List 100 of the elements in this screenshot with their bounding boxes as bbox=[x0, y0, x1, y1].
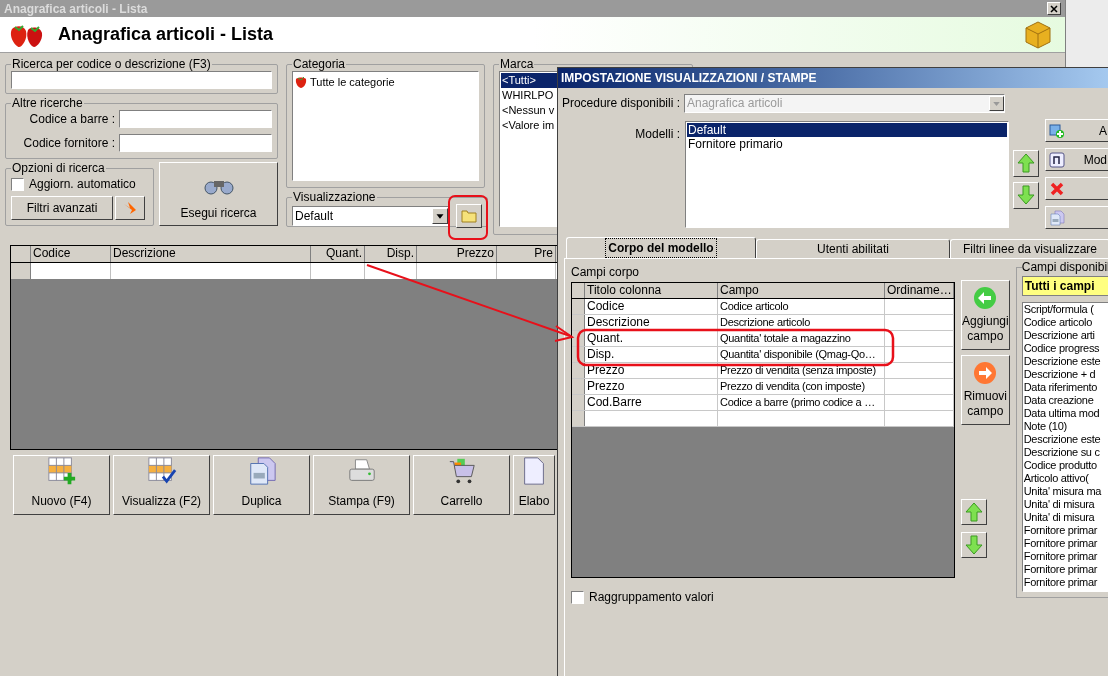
action-button[interactable]: Nuovo (F4) bbox=[13, 455, 110, 515]
list-item[interactable]: Fornitore primar bbox=[1023, 550, 1108, 563]
flame-button[interactable] bbox=[115, 196, 145, 220]
model-item[interactable]: Default bbox=[687, 123, 1007, 137]
dropdown-caret-icon bbox=[432, 208, 448, 224]
strawberry-icon bbox=[295, 75, 307, 90]
list-item[interactable]: Data creazione bbox=[1023, 394, 1108, 407]
move-up-button[interactable] bbox=[961, 499, 987, 525]
checkbox[interactable] bbox=[11, 177, 24, 191]
table-row[interactable]: Descrizione Descrizione articolo bbox=[572, 315, 954, 331]
table-cell: Codice articolo bbox=[718, 299, 885, 314]
table-row[interactable]: Prezzo Prezzo di vendita (con imposte) bbox=[572, 379, 954, 395]
documents-icon bbox=[1049, 209, 1065, 226]
list-item[interactable]: Descrizione su c bbox=[1023, 446, 1108, 459]
table-cell: Descrizione articolo bbox=[718, 315, 885, 330]
cube-icon bbox=[1023, 19, 1053, 50]
table-row[interactable]: Cod.Barre Codice a barre (primo codice a … bbox=[572, 395, 954, 411]
folder-button[interactable] bbox=[456, 204, 482, 228]
field-label: Codice fornitore : bbox=[22, 135, 115, 152]
table-cell: Prezzo bbox=[585, 379, 718, 394]
model-action-button[interactable] bbox=[1045, 206, 1108, 229]
table-cell: Quantita' disponibile (Qmag-Qo… bbox=[718, 347, 885, 362]
table-row[interactable]: Quant. Quantita' totale a magazzino bbox=[572, 331, 954, 347]
advanced-filters-button[interactable]: Filtri avanzati bbox=[11, 196, 113, 220]
up-arrow-icon bbox=[965, 502, 983, 522]
table-cell: Cod.Barre bbox=[585, 395, 718, 410]
group-title: Campi disponibil bbox=[1021, 259, 1108, 276]
list-item[interactable]: Descrizione este bbox=[1023, 355, 1108, 368]
checkbox[interactable] bbox=[571, 590, 584, 604]
list-item[interactable]: Descrizione arti bbox=[1023, 329, 1108, 342]
column-header[interactable]: Ordiname… bbox=[885, 283, 954, 298]
up-arrow-icon bbox=[1017, 153, 1035, 173]
list-item[interactable]: Unita' misura ma bbox=[1023, 485, 1108, 498]
remove-field-button[interactable]: Rimuovi campo bbox=[961, 355, 1010, 425]
action-button[interactable]: Duplica bbox=[213, 455, 310, 515]
x-mark-icon bbox=[1049, 180, 1065, 197]
column-header[interactable]: Campo bbox=[718, 283, 885, 298]
boxes-plus-icon bbox=[1049, 122, 1065, 139]
model-action-button[interactable]: A bbox=[1045, 119, 1108, 142]
list-item[interactable]: Codice produtto bbox=[1023, 459, 1108, 472]
list-item[interactable]: Script/formula ( bbox=[1023, 303, 1108, 316]
search-field[interactable] bbox=[11, 71, 272, 89]
table-cell: Prezzo di vendita (con imposte) bbox=[718, 379, 885, 394]
input-field[interactable] bbox=[119, 110, 272, 128]
table-cell: Codice bbox=[585, 299, 718, 314]
down-arrow-icon bbox=[965, 535, 983, 555]
list-item[interactable]: Descrizione este bbox=[1023, 433, 1108, 446]
field-label: Procedure disponibili : bbox=[560, 95, 680, 112]
list-item[interactable]: Note (10) bbox=[1023, 420, 1108, 433]
move-down-button[interactable] bbox=[1013, 181, 1039, 209]
list-item[interactable]: Fornitore primar bbox=[1023, 524, 1108, 537]
list-item[interactable]: Fornitore primar bbox=[1023, 576, 1108, 589]
folder-icon bbox=[461, 209, 477, 223]
list-item[interactable]: Data riferimento bbox=[1023, 381, 1108, 394]
model-action-button[interactable]: Mod bbox=[1045, 148, 1108, 171]
highlight-outline bbox=[448, 195, 488, 240]
action-button[interactable]: Elabo bbox=[513, 455, 555, 515]
checkbox-label: Raggruppamento valori bbox=[589, 589, 714, 606]
table-cell: Descrizione bbox=[585, 315, 718, 330]
move-down-button[interactable] bbox=[961, 532, 987, 558]
model-action-button[interactable] bbox=[1045, 177, 1108, 200]
field-label: Modelli : bbox=[634, 126, 680, 141]
section-title: Campi corpo bbox=[571, 264, 641, 281]
tab[interactable]: Utenti abilitati bbox=[756, 239, 950, 258]
group-title: Categoria bbox=[292, 57, 347, 71]
table-row[interactable]: Codice Codice articolo bbox=[572, 299, 954, 315]
down-arrow-icon bbox=[1017, 185, 1035, 205]
tab[interactable]: Filtri linee da visualizzare bbox=[950, 239, 1108, 258]
list-item[interactable]: Descrizione + d bbox=[1023, 368, 1108, 381]
list-item[interactable]: Articolo attivo( bbox=[1023, 472, 1108, 485]
run-search-button[interactable]: Esegui ricerca bbox=[159, 162, 278, 226]
action-button[interactable]: Visualizza (F2) bbox=[113, 455, 210, 515]
view-select[interactable]: Default bbox=[292, 206, 449, 226]
list-item[interactable]: Fornitore primar bbox=[1023, 537, 1108, 550]
move-up-button[interactable] bbox=[1013, 149, 1039, 177]
group-title: Opzioni di ricerca bbox=[11, 161, 106, 175]
tab[interactable]: Corpo del modello bbox=[566, 237, 756, 258]
list-item[interactable]: Codice progress bbox=[1023, 342, 1108, 355]
action-button[interactable]: Stampa (F9) bbox=[313, 455, 410, 515]
list-item[interactable]: Unita' di misura bbox=[1023, 511, 1108, 524]
list-item[interactable]: Data ultima mod bbox=[1023, 407, 1108, 420]
dropdown-caret-icon bbox=[989, 95, 1004, 111]
input-field[interactable] bbox=[119, 134, 272, 152]
column-header[interactable]: Titolo colonna bbox=[585, 283, 718, 298]
checkbox-label: Aggiorn. automatico bbox=[29, 176, 136, 193]
list-item[interactable]: Unita' di misura bbox=[1023, 498, 1108, 511]
close-icon[interactable] bbox=[1047, 2, 1061, 15]
action-button[interactable]: Carrello bbox=[413, 455, 510, 515]
table-cell: Codice a barre (primo codice a … bbox=[718, 395, 885, 410]
table-row[interactable]: Disp. Quantita' disponibile (Qmag-Qo… bbox=[572, 347, 954, 363]
add-field-button[interactable]: Aggiungi campo bbox=[961, 280, 1010, 350]
category-item[interactable]: Tutte le categorie bbox=[310, 74, 395, 91]
group-title: Marca bbox=[499, 57, 535, 71]
n-icon bbox=[1049, 151, 1065, 168]
field-label: Codice a barre : bbox=[28, 111, 115, 128]
list-item[interactable]: Codice articolo bbox=[1023, 316, 1108, 329]
filter-select[interactable]: Tutti i campi bbox=[1021, 276, 1108, 296]
list-item[interactable]: Fornitore primar bbox=[1023, 563, 1108, 576]
table-cell: Disp. bbox=[585, 347, 718, 362]
model-item[interactable]: Fornitore primario bbox=[687, 137, 1007, 151]
